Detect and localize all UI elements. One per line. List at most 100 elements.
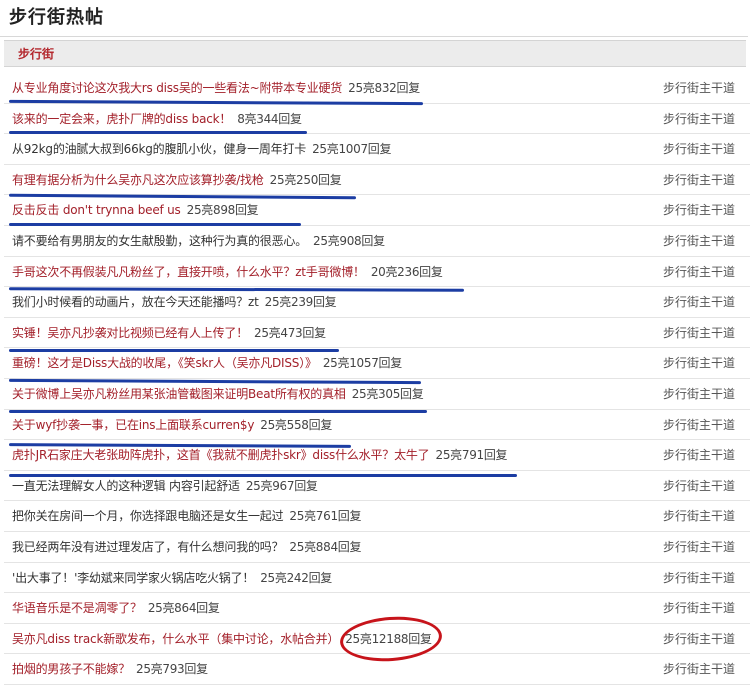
post-title-text[interactable]: 实锤！吴亦凡抄袭对比视频已经有人上传了！ <box>12 326 248 340</box>
post-stats: 25亮1007回复 <box>312 142 392 157</box>
post-board-link[interactable]: 步行街主干道 <box>663 140 735 157</box>
post-title-text[interactable]: 我们小时候看的动画片，放在今天还能播吗？zt <box>12 295 259 309</box>
post-board-link[interactable]: 步行街主干道 <box>663 263 735 280</box>
post-stats: 25亮791回复 <box>435 448 508 463</box>
post-board-link[interactable]: 步行街主干道 <box>663 385 735 402</box>
post-board-link[interactable]: 步行街主干道 <box>663 630 735 647</box>
post-stats: 25亮239回复 <box>264 295 337 310</box>
post-title-text[interactable]: 把你关在房间一个月，你选择跟电脑还是女生一起过 <box>12 509 284 523</box>
annotation-underline <box>9 349 339 352</box>
post-stats: 25亮305回复 <box>351 386 424 401</box>
post-board-link[interactable]: 步行街主干道 <box>663 324 735 341</box>
post-title-link[interactable]: 该来的一定会来，虎扑厂牌的diss back！ 8亮344回复 <box>12 110 302 127</box>
post-title-link[interactable]: 一直无法理解女人的这种逻辑 内容引起舒适 25亮967回复 <box>12 477 318 494</box>
annotation-underline <box>9 131 307 134</box>
post-title-link[interactable]: 把你关在房间一个月，你选择跟电脑还是女生一起过 25亮761回复 <box>12 507 361 524</box>
post-row: 重磅！这才是Diss大战的收尾，《笑skr人（吴亦凡DISS）》 25亮1057回… <box>0 348 754 379</box>
post-title-link[interactable]: 我们小时候看的动画片，放在今天还能播吗？zt 25亮239回复 <box>12 293 337 310</box>
title-divider <box>0 36 748 37</box>
post-title-text[interactable]: 反击反击 don't trynna beef us <box>12 203 181 217</box>
post-board-link[interactable]: 步行街主干道 <box>663 171 735 188</box>
post-board-link[interactable]: 步行街主干道 <box>663 660 735 677</box>
post-title-text[interactable]: 一直无法理解女人的这种逻辑 内容引起舒适 <box>12 479 240 493</box>
post-stats: 25亮242回复 <box>260 570 332 585</box>
post-title-link[interactable]: 手哥这次不再假装凡凡粉丝了，直接开喷，什么水平？zt手哥微博！ 20亮236回复 <box>12 263 443 280</box>
post-row: 请不要给有男朋友的女生献殷勤，这种行为真的很恶心。 25亮908回复 步行街主干道 <box>0 226 754 257</box>
post-title-link[interactable]: 从92kg的油腻大叔到66kg的腹肌小伙，健身一周年打卡 25亮1007回复 <box>12 140 391 157</box>
post-title-text[interactable]: 重磅！这才是Diss大战的收尾，《笑skr人（吴亦凡DISS）》 <box>12 356 317 370</box>
section-header: 步行街 <box>4 40 746 67</box>
post-board-link[interactable]: 步行街主干道 <box>663 79 735 96</box>
post-board-link[interactable]: 步行街主干道 <box>663 201 735 218</box>
post-row: 有理有据分析为什么吴亦凡这次应该算抄袭/找枪 25亮250回复 步行街主干道 <box>0 165 754 196</box>
post-board-link[interactable]: 步行街主干道 <box>663 599 735 616</box>
post-title-text[interactable]: 虎扑JR石家庄大老张助阵虎扑，这首《我就不删虎扑skr》diss什么水平？太牛了 <box>12 448 430 462</box>
post-title-link[interactable]: 虎扑JR石家庄大老张助阵虎扑，这首《我就不删虎扑skr》diss什么水平？太牛了… <box>12 446 508 463</box>
post-row: 关于wyf抄袭一事，已在ins上面联系curren$y 25亮558回复 步行街主干… <box>0 410 754 441</box>
post-title-link[interactable]: 我已经两年没有进过理发店了，有什么想问我的吗？ 25亮884回复 <box>12 538 361 555</box>
post-stats: 25亮884回复 <box>289 539 362 554</box>
post-stats: 25亮832回复 <box>348 81 420 95</box>
post-row: 实锤！吴亦凡抄袭对比视频已经有人上传了！ 25亮473回复 步行街主干道 <box>0 318 754 349</box>
post-stats: 20亮236回复 <box>370 264 443 279</box>
post-stats: 25亮558回复 <box>260 417 333 432</box>
post-title-link[interactable]: 关于wyf抄袭一事，已在ins上面联系curren$y 25亮558回复 <box>12 416 332 433</box>
post-board-link[interactable]: 步行街主干道 <box>663 507 735 524</box>
post-board-link[interactable]: 步行街主干道 <box>663 446 735 463</box>
post-board-link[interactable]: 步行街主干道 <box>663 354 735 371</box>
post-title-link[interactable]: 拍烟的男孩子不能嫁？ 25亮793回复 <box>12 660 208 677</box>
post-title-link[interactable]: 关于微博上吴亦凡粉丝用某张油管截图来证明Beat所有权的真相 25亮305回复 <box>12 385 424 402</box>
post-board-link[interactable]: 步行街主干道 <box>663 538 735 555</box>
post-row: 反击反击 don't trynna beef us 25亮898回复 步行街主干道 <box>0 195 754 226</box>
post-title-link[interactable]: 反击反击 don't trynna beef us 25亮898回复 <box>12 201 259 218</box>
post-title-text[interactable]: 华语音乐是不是凋零了？ <box>12 601 142 615</box>
post-title-text[interactable]: 该来的一定会来，虎扑厂牌的diss back！ <box>12 112 231 126</box>
post-board-link[interactable]: 步行街主干道 <box>663 110 735 127</box>
post-stats: 25亮250回复 <box>269 172 342 187</box>
annotation-underline <box>9 474 517 477</box>
post-stats: 25亮761回复 <box>289 509 362 524</box>
post-row: 手哥这次不再假装凡凡粉丝了，直接开喷，什么水平？zt手哥微博！ 20亮236回复 步… <box>0 257 754 288</box>
post-stats: 25亮473回复 <box>254 325 326 340</box>
post-title-link[interactable]: 华语音乐是不是凋零了？ 25亮864回复 <box>12 599 220 616</box>
post-row: 我们小时候看的动画片，放在今天还能播吗？zt 25亮239回复 步行街主干道 <box>0 287 754 318</box>
post-title-text[interactable]: 吴亦凡diss track新歌发布，什么水平（集中讨论，水帖合并） <box>12 632 339 646</box>
post-stats: 8亮344回复 <box>237 111 302 126</box>
post-board-link[interactable]: 步行街主干道 <box>663 293 735 310</box>
post-title-text[interactable]: 关于微博上吴亦凡粉丝用某张油管截图来证明Beat所有权的真相 <box>12 387 346 401</box>
post-board-link[interactable]: 步行街主干道 <box>663 416 735 433</box>
post-row: 从专业角度讨论这次我大rs diss吴的一些看法~附带本专业硬货 25亮832回复… <box>0 73 754 104</box>
annotation-underline <box>9 223 301 226</box>
post-title-text[interactable]: 我已经两年没有进过理发店了，有什么想问我的吗？ <box>12 540 284 554</box>
post-stats: 25亮908回复 <box>313 233 385 248</box>
post-board-link[interactable]: 步行街主干道 <box>663 569 735 586</box>
post-board-link[interactable]: 步行街主干道 <box>663 232 735 249</box>
post-stats: 25亮967回复 <box>245 478 318 493</box>
post-title-text[interactable]: '出大事了！'李幼斌来同学家火锅店吃火锅了！ <box>12 571 254 585</box>
post-row: 我已经两年没有进过理发店了，有什么想问我的吗？ 25亮884回复 步行街主干道 <box>0 532 754 563</box>
post-title-text[interactable]: 请不要给有男朋友的女生献殷勤，这种行为真的很恶心。 <box>12 234 307 248</box>
post-title-text[interactable]: 有理有据分析为什么吴亦凡这次应该算抄袭/找枪 <box>12 173 264 187</box>
post-title-link[interactable]: 从专业角度讨论这次我大rs diss吴的一些看法~附带本专业硬货 25亮832回复 <box>12 79 420 96</box>
post-title-link[interactable]: 实锤！吴亦凡抄袭对比视频已经有人上传了！ 25亮473回复 <box>12 324 326 341</box>
post-title-link[interactable]: 请不要给有男朋友的女生献殷勤，这种行为真的很恶心。 25亮908回复 <box>12 232 385 249</box>
post-row: 该来的一定会来，虎扑厂牌的diss back！ 8亮344回复 步行街主干道 <box>0 104 754 135</box>
post-title-link[interactable]: '出大事了！'李幼斌来同学家火锅店吃火锅了！ 25亮242回复 <box>12 569 332 586</box>
post-row: 从92kg的油腻大叔到66kg的腹肌小伙，健身一周年打卡 25亮1007回复 步行街… <box>0 134 754 165</box>
post-stats: 25亮793回复 <box>136 662 208 677</box>
post-title-text[interactable]: 关于wyf抄袭一事，已在ins上面联系curren$y <box>12 418 254 432</box>
post-title-link[interactable]: 有理有据分析为什么吴亦凡这次应该算抄袭/找枪 25亮250回复 <box>12 171 342 188</box>
row-divider <box>4 683 750 685</box>
post-board-link[interactable]: 步行街主干道 <box>663 477 735 494</box>
post-title-text[interactable]: 手哥这次不再假装凡凡粉丝了，直接开喷，什么水平？zt手哥微博！ <box>12 265 365 279</box>
post-row: '出大事了！'李幼斌来同学家火锅店吃火锅了！ 25亮242回复 步行街主干道 <box>0 563 754 594</box>
post-title-link[interactable]: 重磅！这才是Diss大战的收尾，《笑skr人（吴亦凡DISS）》 25亮1057回… <box>12 354 402 371</box>
post-title-text[interactable]: 从92kg的油腻大叔到66kg的腹肌小伙，健身一周年打卡 <box>12 142 306 156</box>
post-stats: 25亮864回复 <box>147 601 220 616</box>
post-row: 把你关在房间一个月，你选择跟电脑还是女生一起过 25亮761回复 步行街主干道 <box>0 501 754 532</box>
page-title: 步行街热帖 <box>9 7 104 28</box>
post-title-text[interactable]: 从专业角度讨论这次我大rs diss吴的一些看法~附带本专业硬货 <box>12 81 342 95</box>
post-title-text[interactable]: 拍烟的男孩子不能嫁？ <box>12 662 130 676</box>
post-stats: 25亮1057回复 <box>322 356 402 371</box>
section-label[interactable]: 步行街 <box>18 45 54 62</box>
